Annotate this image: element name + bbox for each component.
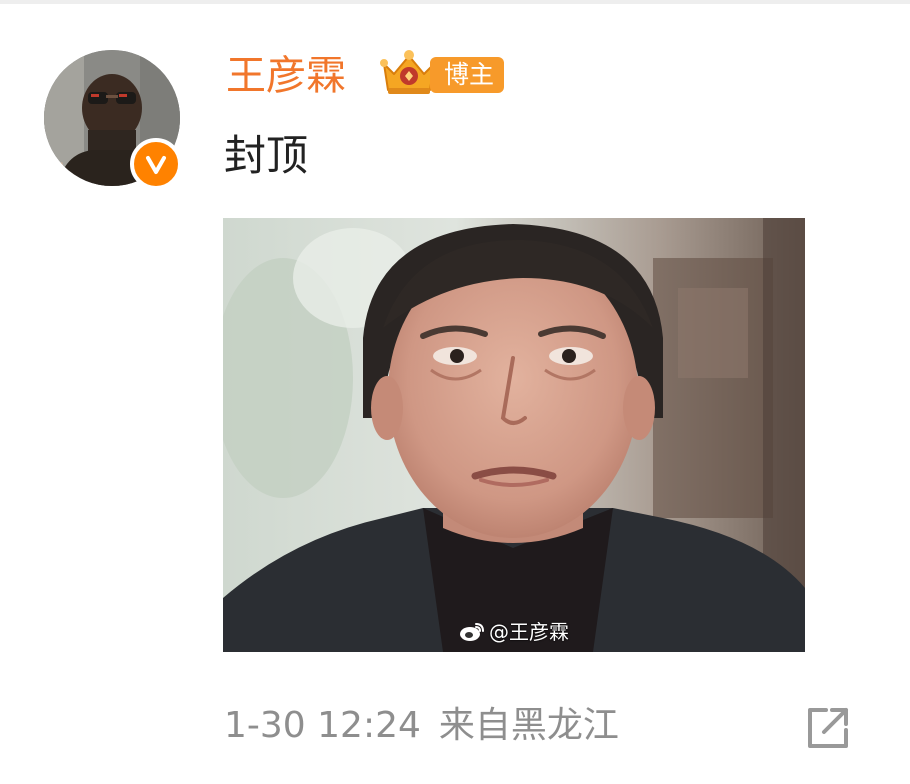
watermark-text: @王彦霖 [489,620,569,644]
post-timestamp: 1-30 12:24 [224,705,421,746]
post-image[interactable]: @王彦霖 [223,218,805,652]
author-name[interactable]: 王彦霖 [226,52,346,100]
post-meta: 1-30 12:24 来自黑龙江 [224,702,619,750]
share-external-icon [808,708,848,748]
post-text: 封顶 [224,131,309,180]
weibo-logo-icon [460,623,484,641]
author-avatar-wrapper[interactable] [44,50,184,190]
verified-v-badge-icon [130,138,182,190]
blogger-badge[interactable]: 博主 [430,57,505,93]
post-source: 来自黑龙江 [438,705,619,746]
share-button[interactable] [800,700,856,756]
top-divider [0,0,910,4]
image-watermark: @王彦霖 [459,620,569,644]
